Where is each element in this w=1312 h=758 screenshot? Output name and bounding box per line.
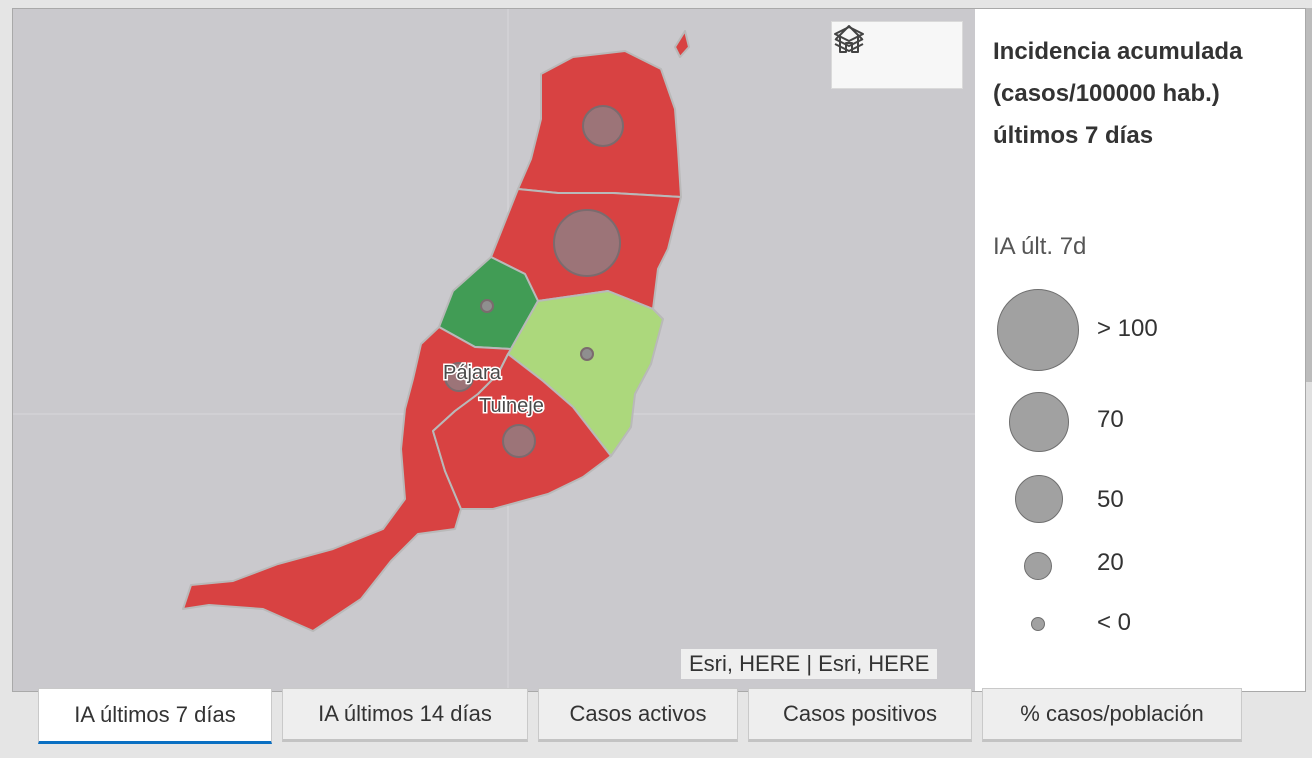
legend-item: < 0 [975,607,1275,691]
incidence-bubble[interactable] [480,299,494,313]
scrollbar-thumb[interactable] [1306,8,1312,382]
legend-item: 70 [975,389,1275,479]
tab-casos-poblacion[interactable]: % casos/población [982,688,1242,742]
legend-circle-symbol [1024,552,1052,580]
island-map[interactable]: Pájara Tuineje [13,9,975,691]
legend-item-label: 20 [1097,549,1124,576]
incidence-bubble[interactable] [582,105,624,147]
municipality-label-pajara: Pájara [443,362,502,384]
incidence-bubble[interactable] [580,347,594,361]
legend-circle-symbol [1009,392,1069,452]
incidence-bubble[interactable] [502,424,536,458]
legend-scrollbar[interactable] [1306,8,1312,690]
legend-subtitle: IA últ. 7d [993,233,1087,260]
tab-casos-positivos[interactable]: Casos positivos [748,688,972,742]
legend-title: Incidencia acumulada (casos/100000 hab.)… [993,38,1243,149]
legend-circle-symbol [997,289,1079,371]
tab-ia-7-dias[interactable]: IA últimos 7 días [38,688,272,744]
map-controls [831,21,963,89]
map-attribution: Esri, HERE | Esri, HERE [681,649,938,679]
legend-circle-symbol [1031,617,1045,631]
legend-panel: Incidencia acumulada (casos/100000 hab.)… [975,9,1305,691]
tab-ia-14-dias[interactable]: IA últimos 14 días [282,688,528,742]
tab-casos-activos[interactable]: Casos activos [538,688,738,742]
layers-icon [834,26,864,52]
legend-item: > 100 [975,285,1275,375]
legend-item-label: 70 [1097,406,1124,433]
map-view[interactable]: Pájara Tuineje Esri, HERE | Esri, HERE [13,9,975,691]
legend-item-label: < 0 [1097,609,1132,636]
layers-button[interactable] [834,22,962,88]
incidence-bubble[interactable] [553,209,621,277]
legend-item-label: 50 [1097,486,1124,513]
legend-circle-symbol [1015,475,1063,523]
legend-item-label: > 100 [1097,315,1158,342]
map-widget: Pájara Tuineje Esri, HERE | Esri, HERE I… [12,8,1306,692]
municipality-label-tuineje: Tuineje [479,395,544,417]
islet[interactable] [674,30,690,58]
tab-bar: IA últimos 7 días IA últimos 14 días Cas… [0,688,1312,758]
